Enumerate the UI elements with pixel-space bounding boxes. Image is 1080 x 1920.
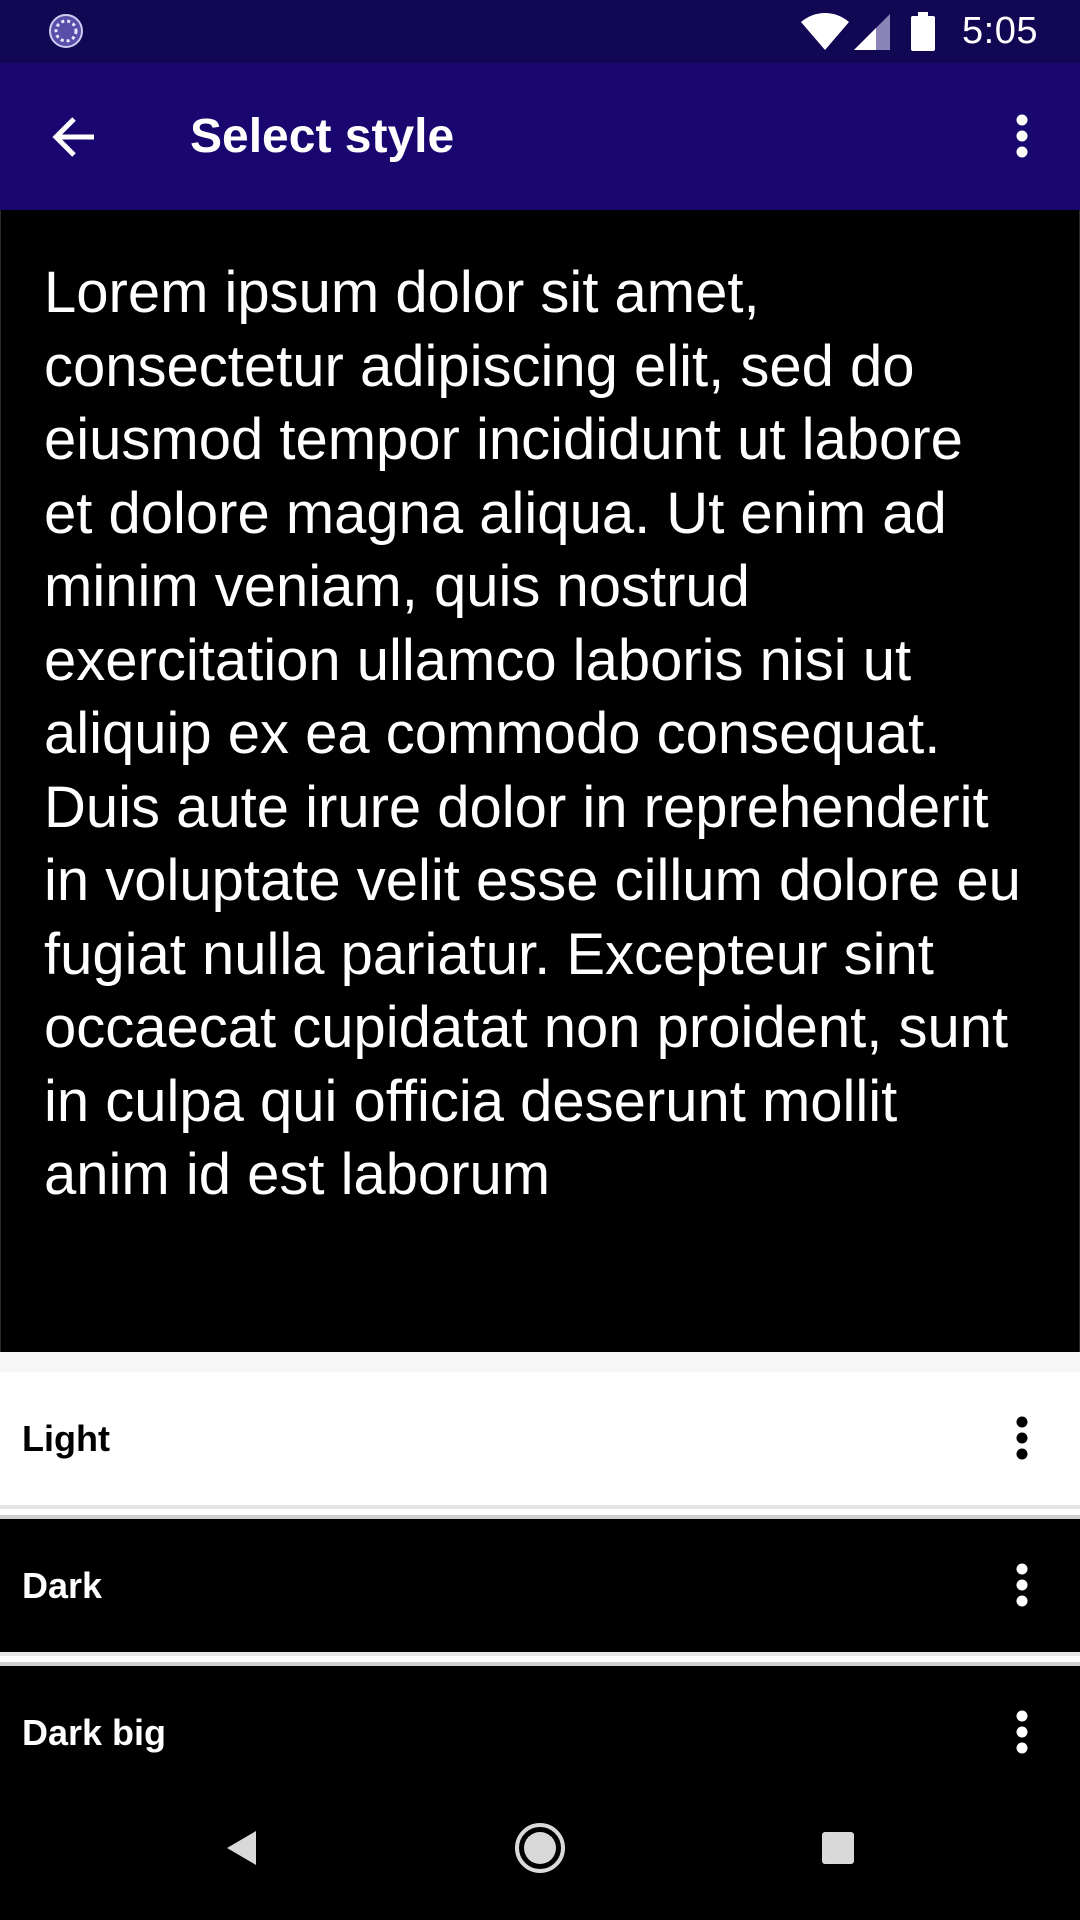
wifi-icon [801, 12, 850, 50]
style-item-label: Light [22, 1418, 110, 1459]
style-item-dark[interactable]: Dark [0, 1519, 1080, 1652]
nav-recents-button[interactable] [802, 1812, 874, 1884]
style-list: Light Dark Dark big [0, 1372, 1080, 1799]
loading-spinner-icon [49, 14, 83, 48]
style-item-menu-button[interactable] [986, 1549, 1058, 1621]
more-vert-icon [1016, 1416, 1028, 1460]
more-vert-icon [1016, 1710, 1028, 1754]
cell-signal-icon [854, 13, 891, 50]
nav-home-icon [515, 1823, 565, 1873]
navigation-bar [0, 1776, 1080, 1920]
nav-recents-icon [822, 1832, 854, 1864]
style-item-label: Dark [22, 1565, 103, 1606]
app-bar: Select style [0, 63, 1080, 210]
status-right: 5:05 [800, 0, 1080, 63]
style-preview: Lorem ipsum dolor sit amet, consectetur … [0, 210, 1080, 1352]
style-item-menu-button[interactable] [986, 1402, 1058, 1474]
nav-home-button[interactable] [504, 1812, 576, 1884]
more-vert-icon [1016, 1563, 1028, 1607]
nav-back-button[interactable] [206, 1812, 278, 1884]
list-divider [0, 1505, 1080, 1519]
more-vert-icon [1016, 114, 1028, 158]
page-title: Select style [190, 110, 455, 163]
overflow-menu-button[interactable] [986, 100, 1058, 172]
arrow-back-icon [52, 117, 94, 157]
status-bar: 5:05 [0, 0, 1080, 63]
style-item-light[interactable]: Light [0, 1372, 1080, 1505]
status-time: 5:05 [962, 10, 1038, 52]
back-button[interactable] [32, 102, 116, 172]
style-item-menu-button[interactable] [986, 1696, 1058, 1768]
battery-icon [911, 11, 936, 51]
list-divider [0, 1652, 1080, 1666]
preview-text: Lorem ipsum dolor sit amet, consectetur … [44, 260, 1021, 1207]
preview-divider [0, 1352, 1080, 1372]
nav-back-icon [227, 1831, 256, 1865]
